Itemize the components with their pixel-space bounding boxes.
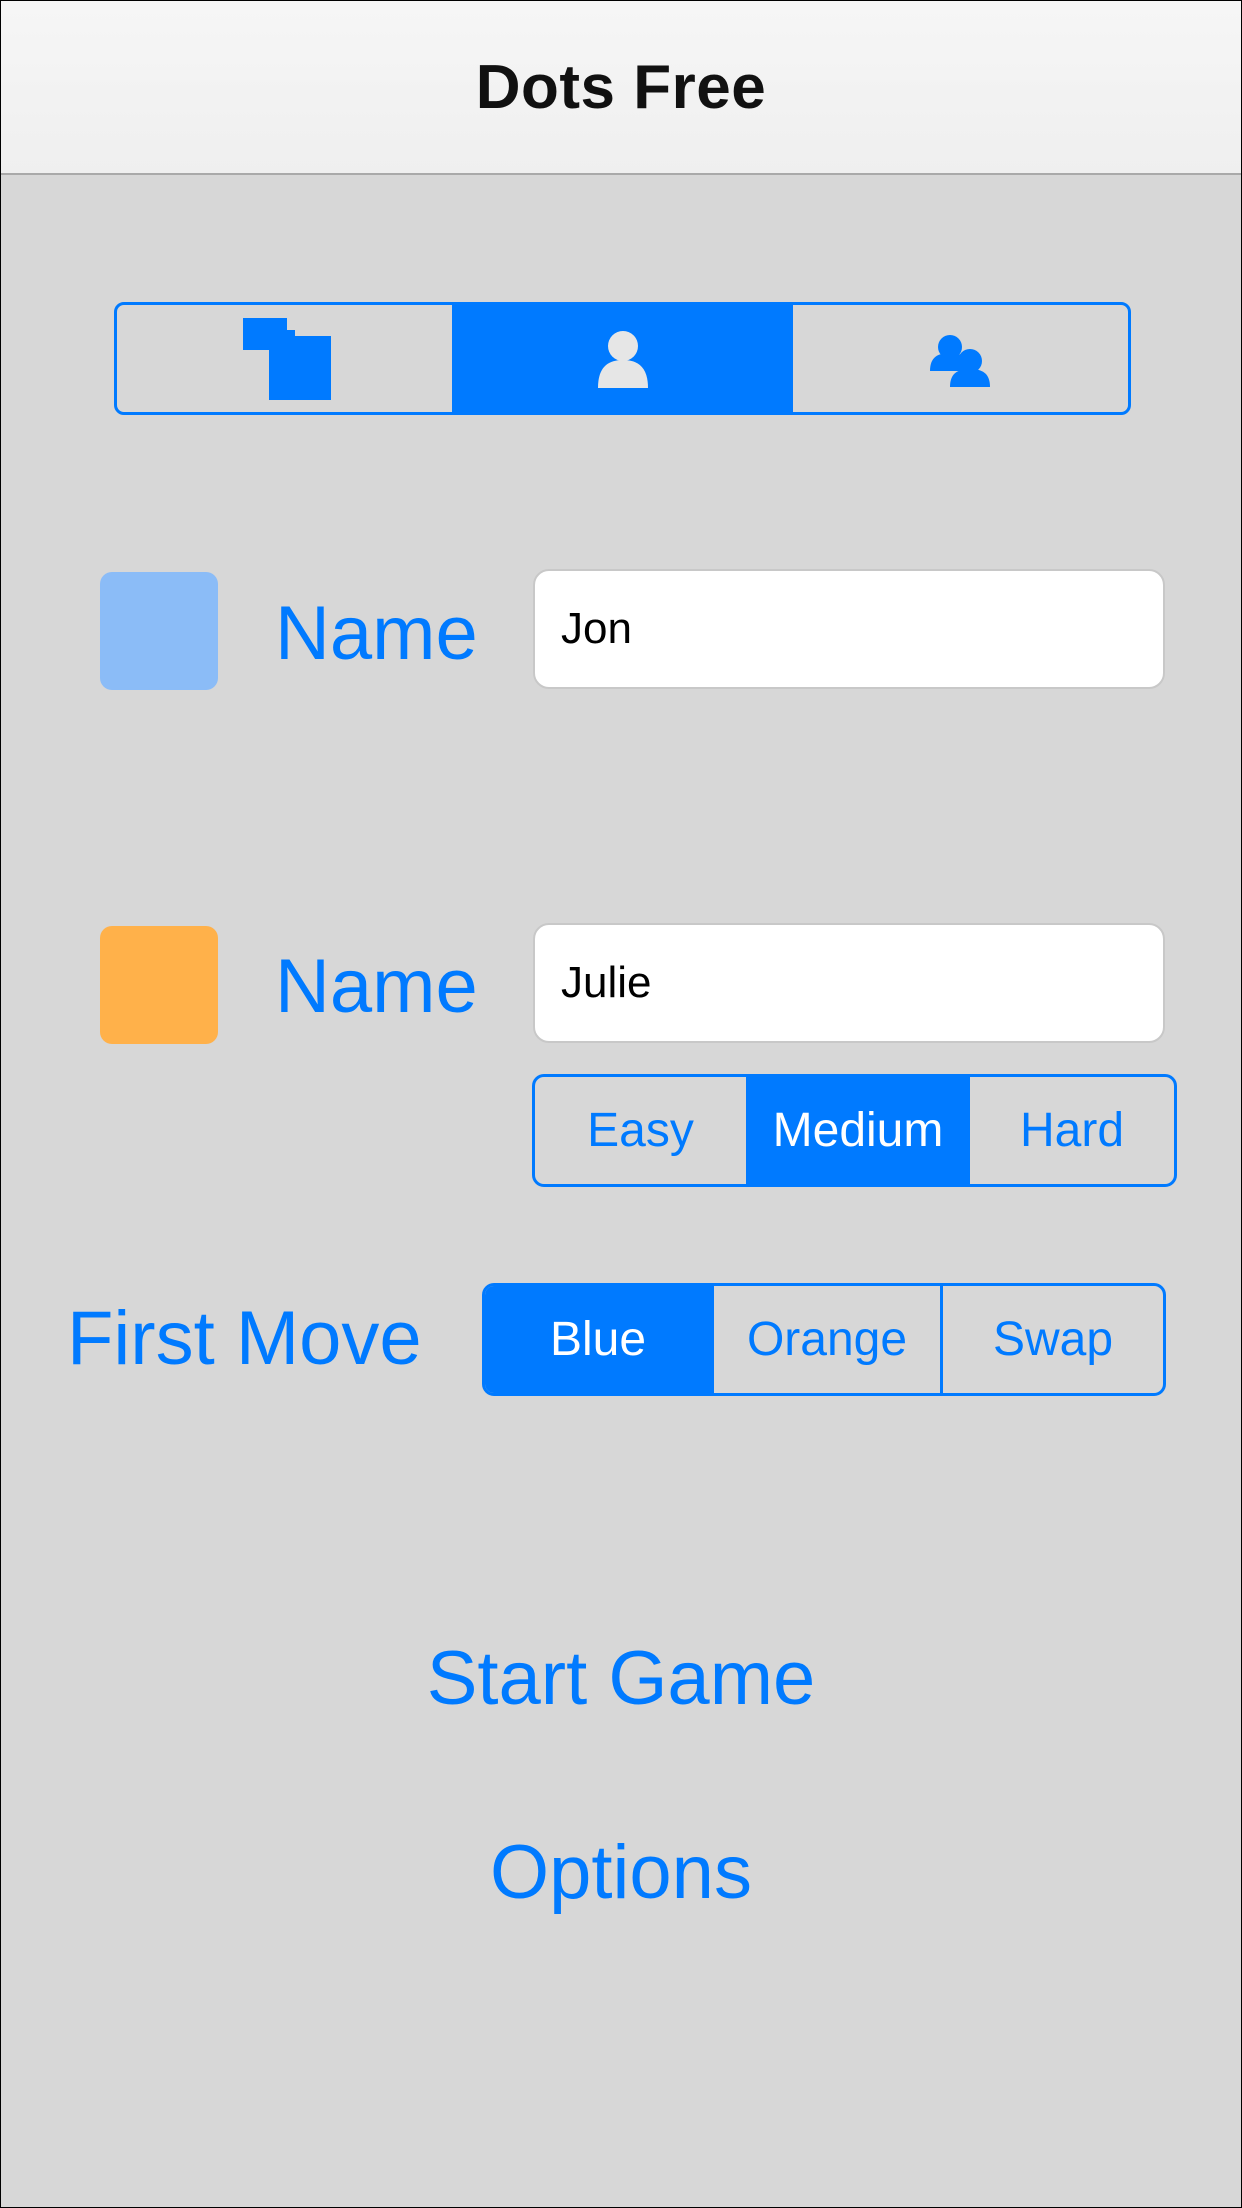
first-move-selector: Blue Orange Swap	[482, 1283, 1166, 1396]
difficulty-easy[interactable]: Easy	[535, 1077, 746, 1184]
difficulty-medium[interactable]: Medium	[746, 1077, 967, 1184]
navigation-bar: Dots Free	[1, 1, 1241, 175]
first-move-orange[interactable]: Orange	[711, 1286, 940, 1393]
mode-single-player[interactable]	[452, 305, 790, 412]
first-move-swap[interactable]: Swap	[940, 1286, 1163, 1393]
player-one-color-swatch[interactable]	[100, 572, 218, 690]
single-player-icon	[597, 330, 648, 388]
player-one-name-input[interactable]	[533, 569, 1165, 689]
player-two-name-input[interactable]	[533, 923, 1165, 1043]
game-mode-selector	[114, 302, 1131, 415]
player-one-name-label: Name	[275, 591, 478, 676]
page-title: Dots Free	[475, 52, 767, 122]
first-move-blue[interactable]: Blue	[485, 1286, 711, 1393]
local-multiplayer-icon	[242, 317, 331, 400]
screen: Dots Free Name N	[0, 0, 1242, 2208]
difficulty-selector: Easy Medium Hard	[532, 1074, 1177, 1187]
player-two-color-swatch[interactable]	[100, 926, 218, 1044]
mode-local-multiplayer[interactable]	[117, 305, 452, 412]
player-two-name-label: Name	[275, 944, 478, 1029]
first-move-label: First Move	[67, 1296, 422, 1381]
start-game-button[interactable]: Start Game	[1, 1641, 1241, 1717]
options-button[interactable]: Options	[1, 1835, 1241, 1911]
online-multiplayer-icon	[929, 334, 990, 387]
difficulty-hard[interactable]: Hard	[967, 1077, 1174, 1184]
mode-online-multiplayer[interactable]	[790, 305, 1128, 412]
